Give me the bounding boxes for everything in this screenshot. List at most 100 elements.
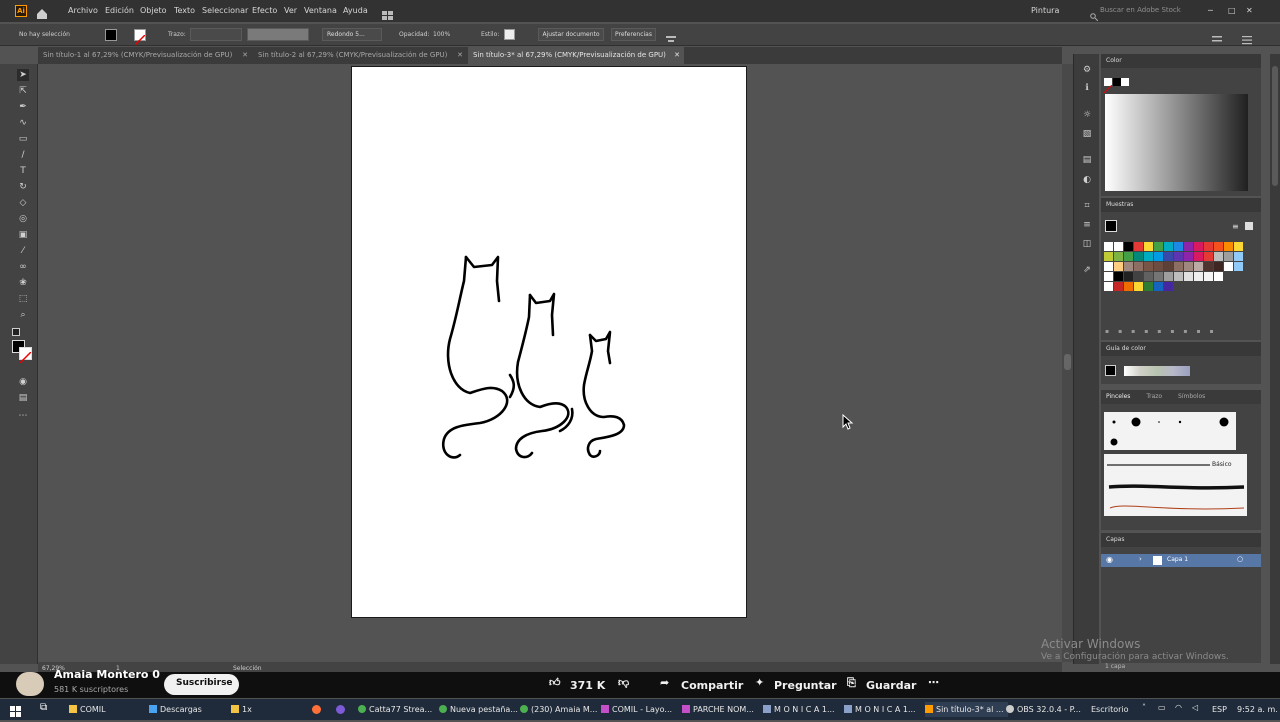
arrange-docs-icon[interactable] [382, 6, 396, 20]
rectangle-tool-icon[interactable]: ▭ [17, 133, 29, 145]
like-count[interactable]: 371 K [570, 679, 605, 692]
language-indicator[interactable]: ESP [1212, 705, 1227, 714]
color-swatch[interactable] [1164, 252, 1173, 261]
appearance-icon[interactable]: ☼ [1081, 109, 1093, 121]
color-swatch[interactable] [1104, 272, 1113, 281]
swatch-fill-stroke-icon[interactable] [1105, 220, 1117, 232]
color-swatch[interactable] [1114, 262, 1123, 271]
preferences-button[interactable]: Preferencias [611, 28, 656, 41]
color-swatch[interactable] [1114, 272, 1123, 281]
color-swatch[interactable] [1144, 272, 1153, 281]
tray-chevron-icon[interactable]: ˄ [1142, 703, 1146, 712]
color-swatch[interactable] [1154, 242, 1163, 251]
list-view-icon[interactable]: ≡ [1232, 222, 1241, 231]
draw-mode-icon[interactable]: ◉ [17, 376, 29, 388]
color-swatch[interactable] [1134, 272, 1143, 281]
taskbar-parche[interactable]: PARCHE NOM... [682, 702, 754, 717]
eyedropper-tool-icon[interactable]: ⁄ [17, 245, 29, 257]
transparency-icon[interactable]: ◐ [1081, 174, 1093, 186]
color-spectrum[interactable] [1105, 94, 1248, 191]
color-swatch[interactable] [1234, 242, 1243, 251]
color-swatch[interactable] [1174, 272, 1183, 281]
grid-view-icon[interactable] [1244, 221, 1254, 231]
color-swatch[interactable] [1104, 262, 1113, 271]
close-icon[interactable]: ✕ [1246, 6, 1253, 15]
brush-tool-icon[interactable]: / [17, 149, 29, 161]
ask-button[interactable]: Preguntar [774, 679, 837, 692]
canvas-vertical-scrollbar[interactable] [1062, 64, 1073, 662]
menu-texto[interactable]: Texto [174, 6, 195, 15]
color-swatch[interactable] [1164, 242, 1173, 251]
scroll-thumb[interactable] [1272, 66, 1278, 186]
color-swatch[interactable] [1194, 252, 1203, 261]
style-swatch[interactable] [504, 29, 515, 40]
menu-objeto[interactable]: Objeto [140, 6, 167, 15]
taskbar-descargas[interactable]: Descargas [149, 702, 202, 717]
workspace-switcher[interactable]: Pintura [1031, 6, 1059, 15]
tab-stroke[interactable]: Trazo [1146, 393, 1162, 400]
color-swatch[interactable] [1214, 272, 1223, 281]
artboard-tool-icon[interactable]: ⬚ [17, 293, 29, 305]
color-swatch[interactable] [1104, 252, 1113, 261]
volume-icon[interactable]: ◁ [1192, 703, 1198, 712]
color-swatch[interactable] [1154, 262, 1163, 271]
default-colors-icon[interactable] [12, 328, 20, 336]
close-tab-icon[interactable]: ✕ [674, 47, 680, 64]
pathfinder-icon[interactable]: ◫ [1081, 238, 1093, 250]
minimize-icon[interactable]: ─ [1208, 6, 1213, 15]
color-swatch[interactable] [1124, 272, 1133, 281]
color-swatch[interactable] [1104, 282, 1113, 291]
settings-icon[interactable]: ⚙ [1081, 64, 1093, 76]
stroke-color-icon[interactable] [19, 347, 32, 364]
fit-document-button[interactable]: Ajustar documento [538, 28, 604, 41]
scroll-thumb[interactable] [1064, 354, 1071, 370]
start-icon[interactable] [10, 703, 22, 717]
menu-ver[interactable]: Ver [284, 6, 297, 15]
white-swatch[interactable] [1121, 78, 1129, 86]
guide-base-swatch[interactable] [1105, 365, 1116, 376]
brush-strokes-list[interactable]: Básico [1104, 454, 1247, 516]
color-swatch[interactable] [1204, 272, 1213, 281]
desktop-label[interactable]: Escritorio [1091, 705, 1129, 714]
color-swatch[interactable] [1234, 252, 1243, 261]
color-swatch[interactable] [1204, 262, 1213, 271]
color-swatch[interactable] [1214, 262, 1223, 271]
tab-symbols[interactable]: Símbolos [1178, 393, 1205, 400]
eraser-tool-icon[interactable]: ◇ [17, 197, 29, 209]
guide-harmony-strip[interactable] [1124, 366, 1190, 376]
layer-target-icon[interactable]: ○ [1237, 555, 1243, 563]
gradient-tool-icon[interactable]: ▣ [17, 229, 29, 241]
shape-builder-icon[interactable]: ◎ [17, 213, 29, 225]
color-swatch[interactable] [1184, 242, 1193, 251]
color-swatch[interactable] [1174, 242, 1183, 251]
color-swatch[interactable] [1154, 272, 1163, 281]
color-swatch[interactable] [1184, 272, 1193, 281]
dislike-icon[interactable]: 👎︎ [618, 676, 629, 689]
taskbar-chrome-3[interactable]: (230) Amaia M... [520, 702, 597, 717]
color-swatch[interactable] [1194, 272, 1203, 281]
color-swatch[interactable] [1114, 282, 1123, 291]
app-icon[interactable] [336, 705, 345, 714]
black-swatch[interactable] [1113, 78, 1121, 86]
more-actions-icon[interactable]: ⋯ [928, 676, 939, 689]
curvature-tool-icon[interactable]: ∿ [17, 117, 29, 129]
color-swatch[interactable] [1174, 252, 1183, 261]
opacity-value[interactable]: 100% [433, 31, 450, 38]
pen-tool-icon[interactable]: ✒ [17, 101, 29, 113]
search-icon[interactable] [1090, 6, 1099, 22]
color-swatch[interactable] [1164, 262, 1173, 271]
task-view-icon[interactable]: ⧉ [40, 702, 47, 713]
color-swatch[interactable] [1134, 242, 1143, 251]
color-swatch[interactable] [1134, 282, 1143, 291]
taskbar-monica-1[interactable]: M O N I C A 1... [763, 702, 835, 717]
menu-seleccionar[interactable]: Seleccionar [202, 6, 248, 15]
color-swatch[interactable] [1124, 262, 1133, 271]
color-swatch[interactable] [1154, 252, 1163, 261]
taskbar-illustrator[interactable]: Sin título-3* al ... [925, 702, 1008, 717]
maximize-icon[interactable]: □ [1228, 6, 1236, 15]
color-swatch[interactable] [1224, 252, 1233, 261]
taskbar-monica-2[interactable]: M O N I C A 1... [844, 702, 916, 717]
stroke-weight-field[interactable] [190, 28, 242, 41]
color-swatch[interactable] [1124, 252, 1133, 261]
close-tab-icon[interactable]: ✕ [457, 47, 463, 64]
